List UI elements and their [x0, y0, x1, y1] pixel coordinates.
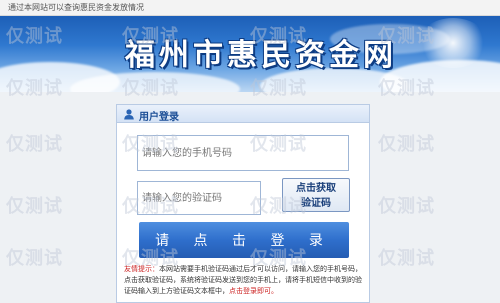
- user-icon: [124, 109, 134, 120]
- watermark: 仅测试: [6, 196, 63, 217]
- page: 通过本网站可以查询惠民资金发放情况 福州市惠民资金网 用户登录 点击获取 验证码…: [0, 0, 500, 303]
- login-button[interactable]: 请 点 击 登 录: [139, 222, 349, 258]
- watermark: 仅测试: [6, 248, 63, 269]
- watermark: 仅测试: [378, 248, 435, 269]
- top-info-bar: 通过本网站可以查询惠民资金发放情况: [0, 0, 500, 16]
- site-title: 福州市惠民资金网: [125, 38, 397, 73]
- login-panel-header: 用户登录: [117, 105, 369, 123]
- watermark: 仅测试: [378, 134, 435, 155]
- tip-label: 友情提示：: [124, 265, 159, 273]
- top-info-text: 通过本网站可以查询惠民资金发放情况: [8, 3, 144, 12]
- site-banner: 福州市惠民资金网: [0, 16, 500, 92]
- watermark: 仅测试: [378, 196, 435, 217]
- tip-emphasis: 点击登录即可。: [229, 287, 278, 295]
- watermark: 仅测试: [6, 134, 63, 155]
- login-panel-title: 用户登录: [139, 112, 179, 123]
- get-code-line2: 验证码: [301, 198, 331, 209]
- login-tip: 友情提示：本网站需要手机验证码通过后才可以访问，请输入您的手机号码，点击获取验证…: [124, 264, 364, 297]
- get-code-line1: 点击获取: [296, 183, 336, 194]
- phone-number-input[interactable]: [137, 135, 349, 171]
- get-code-button[interactable]: 点击获取 验证码: [282, 178, 350, 212]
- verification-code-input[interactable]: [137, 181, 261, 215]
